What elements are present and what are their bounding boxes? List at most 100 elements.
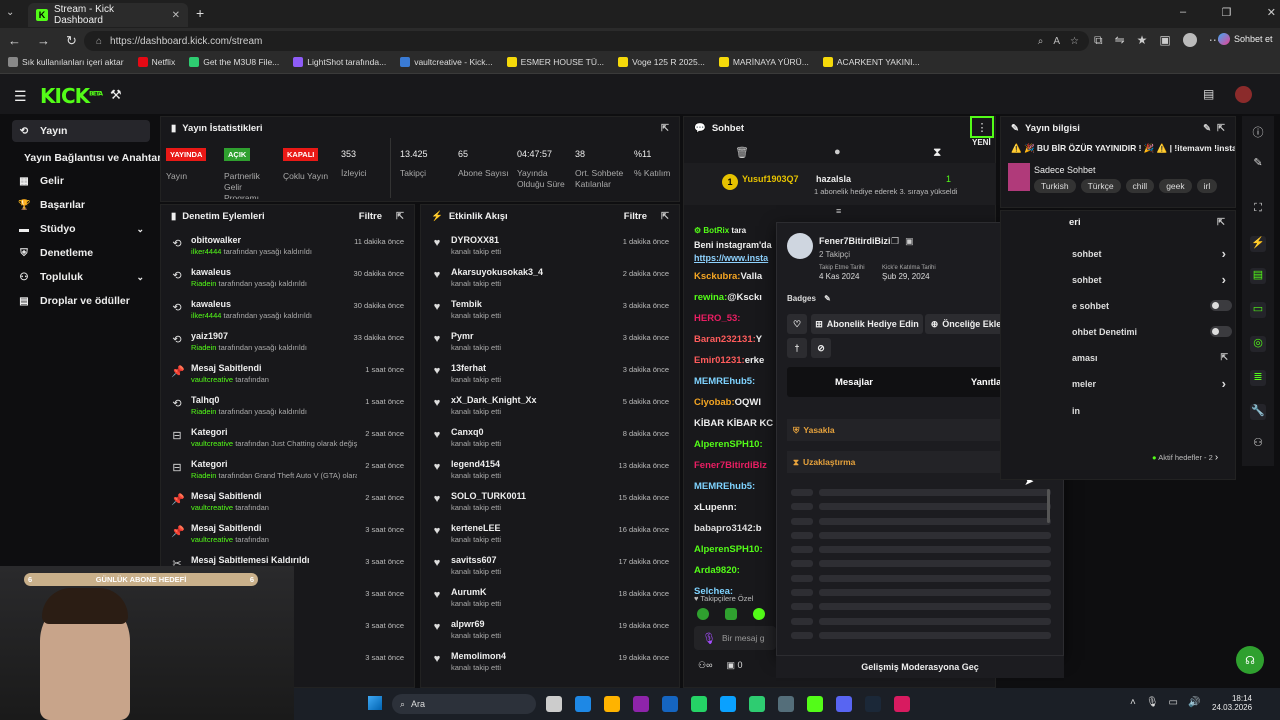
sidebar-item-1[interactable]: Yayın Bağlantısı ve Anahtarı: [12, 147, 164, 169]
chat-message[interactable]: MEMREhub5:: [694, 371, 776, 392]
activity-row[interactable]: ♥ alpwr69 kanalı takip etti 19 dakika önce: [421, 615, 679, 647]
follower-name[interactable]: savitss607: [451, 555, 611, 565]
taskbar-app-icon[interactable]: [575, 696, 591, 712]
settings-item[interactable]: e sohbet: [1072, 300, 1232, 311]
maximize-icon[interactable]: ❐: [1222, 6, 1232, 19]
tab-messages[interactable]: Mesajlar: [787, 367, 921, 397]
follower-name[interactable]: Canxq0: [451, 427, 615, 437]
chat-message[interactable]: Ksckubra: Valla: [694, 266, 776, 287]
taskbar-app-icon[interactable]: [836, 696, 852, 712]
moderation-row[interactable]: ⟲ yaiz1907 Riadein tarafından yasağı kaldı…: [161, 327, 414, 359]
chevron-right-icon[interactable]: ›: [1222, 272, 1226, 287]
moderator-name[interactable]: Riadein: [191, 343, 216, 352]
taskbar-app-icon[interactable]: [749, 696, 765, 712]
follow-heart-button[interactable]: ♡: [787, 314, 807, 334]
emote-chat-icon[interactable]: ●: [834, 146, 841, 158]
moderation-row[interactable]: ⟲ kawaleus ilker4444 tarafından yasağı kal…: [161, 295, 414, 327]
window-icon[interactable]: ▣: [905, 236, 914, 247]
moderator-name[interactable]: ilker4444: [191, 247, 221, 256]
follower-name[interactable]: Akarsuyokusokak3_4: [451, 267, 615, 277]
advanced-moderation-button[interactable]: Gelişmiş Moderasyona Geç: [776, 656, 1064, 678]
follower-name[interactable]: Tembik: [451, 299, 615, 309]
chat-username[interactable]: Arda9820:: [694, 565, 740, 576]
url-field[interactable]: ⌂ https://dashboard.kick.com/stream ⌕ A …: [84, 31, 1089, 51]
follower-name[interactable]: Pymr: [451, 331, 615, 341]
edit-info-icon[interactable]: ✎: [1203, 123, 1211, 134]
chat-message[interactable]: rewina: @Ksckı: [694, 287, 776, 308]
stream-tag[interactable]: irl: [1196, 179, 1218, 193]
taskbar-search[interactable]: ⌕ Ara: [392, 694, 536, 714]
microphone-icon[interactable]: 🎙: [702, 632, 716, 645]
minimize-icon[interactable]: –: [1180, 6, 1186, 19]
copilot-chat-button[interactable]: Sohbet et: [1218, 33, 1273, 45]
chat-message[interactable]: MEMREhub5:: [694, 476, 776, 497]
taskbar-app-icon[interactable]: [778, 696, 794, 712]
edit-icon[interactable]: ✎: [1250, 156, 1266, 172]
activity-row[interactable]: ♥ AurumK kanalı takip etti 18 dakika önce: [421, 583, 679, 615]
bookmark-item[interactable]: Netflix: [137, 57, 175, 67]
moderation-row[interactable]: 📌 Mesaj Sabitlendi vaultcreative tarafında…: [161, 487, 414, 519]
stream-tag[interactable]: Türkçe: [1080, 179, 1121, 193]
activity-row[interactable]: ♥ Akarsuyokusokak3_4 kanalı takip etti 2 da…: [421, 263, 679, 295]
gamepad-icon[interactable]: ⚇: [1250, 436, 1266, 452]
window-close-icon[interactable]: ✕: [1267, 6, 1276, 19]
chat-username[interactable]: AlperenSPH10:: [694, 439, 763, 450]
chevron-right-icon[interactable]: ›: [1222, 376, 1226, 391]
clock[interactable]: 18:14 24.03.2026: [1212, 694, 1252, 712]
botrix-name[interactable]: BotRix: [703, 226, 729, 235]
moderator-name[interactable]: vaultcreative: [191, 375, 233, 384]
moderator-name[interactable]: vaultcreative: [191, 503, 233, 512]
broadcast-icon[interactable]: ◎: [1250, 336, 1266, 352]
mic-tray-icon[interactable]: 🎙: [1146, 697, 1159, 708]
favorite-star-icon[interactable]: ☆: [1070, 36, 1079, 47]
kick-logo[interactable]: KICKBETA: [40, 84, 103, 108]
popout-icon[interactable]: ⇱: [661, 211, 669, 222]
settings-item[interactable]: sohbet ›: [1072, 246, 1232, 261]
moderation-row[interactable]: ⊟ Kategori Riadein tarafından Grand Theft …: [161, 455, 414, 487]
moderator-name[interactable]: vaultcreative: [191, 439, 233, 448]
pin-tool-icon[interactable]: ⚒: [110, 87, 122, 103]
chat-username[interactable]: AlperenSPH10:: [694, 544, 763, 555]
wrench-icon[interactable]: 🔧: [1250, 404, 1266, 420]
chat-username[interactable]: Emir01231:: [694, 355, 745, 366]
activity-row[interactable]: ♥ 13ferhat kanalı takip etti 3 dakika önce: [421, 359, 679, 391]
collections-icon[interactable]: ▣: [1159, 33, 1170, 48]
sidebar-item-2[interactable]: ▦ Gelir: [12, 170, 150, 192]
edit-badges-icon[interactable]: ✎: [824, 294, 831, 303]
taskbar-app-icon[interactable]: [894, 696, 910, 712]
activity-row[interactable]: ♥ SOLO_TURK0011 kanalı takip etti 15 dakika…: [421, 487, 679, 519]
emote-1-icon[interactable]: [697, 608, 709, 620]
copy-icon[interactable]: ❐: [891, 236, 899, 247]
chat-username[interactable]: Baran232131:: [694, 334, 756, 345]
settings-item[interactable]: meler ›: [1072, 376, 1232, 391]
chat-username[interactable]: Ksckubra:: [694, 271, 740, 282]
follower-name[interactable]: alpwr69: [451, 619, 611, 629]
chat-username[interactable]: MEMREhub5:: [694, 481, 755, 492]
info-icon[interactable]: ⓘ: [1250, 124, 1266, 140]
moderation-row[interactable]: ⊟ Kategori vaultcreative tarafından Just C…: [161, 423, 414, 455]
activity-row[interactable]: ♥ xX_Dark_Knight_Xx kanalı takip etti 5 dak…: [421, 391, 679, 423]
document-icon[interactable]: ▤: [1250, 268, 1266, 284]
taskbar-app-icon[interactable]: [604, 696, 620, 712]
bookmark-item[interactable]: MARİNAYA YÜRÜ...: [718, 57, 809, 67]
extensions-icon[interactable]: ⧉: [1094, 33, 1103, 48]
follower-name[interactable]: legend4154: [451, 459, 611, 469]
settings-item[interactable]: ohbet Denetimi: [1072, 326, 1232, 337]
activity-row[interactable]: ♥ Memolimon4 kanalı takip etti 19 dakika ön…: [421, 647, 679, 679]
chat-message[interactable]: babapro3142: b: [694, 518, 776, 539]
taskbar-app-icon[interactable]: [662, 696, 678, 712]
volume-icon[interactable]: 🔊: [1188, 697, 1200, 708]
chat-message[interactable]: Baran232131: Y: [694, 329, 776, 350]
chat-username[interactable]: Fener7BitirdiBiz: [694, 460, 767, 471]
bookmark-item[interactable]: Sık kullanılanları içeri aktar: [8, 57, 124, 67]
chat-username[interactable]: MEMREhub5:: [694, 376, 755, 387]
network-icon[interactable]: ▭: [1169, 697, 1178, 708]
priority-button[interactable]: ⊕ Önceliğe Ekle: [925, 314, 1007, 334]
gift-sub-button[interactable]: ⊞ Abonelik Hediye Edin: [811, 314, 923, 334]
chat-message[interactable]: KİBAR KİBAR KC: [694, 413, 776, 434]
emote-2-icon[interactable]: [725, 608, 737, 620]
chat-menu-button[interactable]: ⋮: [970, 116, 994, 138]
read-aloud-icon[interactable]: A: [1053, 36, 1060, 47]
chat-message[interactable]: AlperenSPH10:: [694, 434, 776, 455]
chevron-down-icon[interactable]: ⌄: [136, 224, 144, 235]
